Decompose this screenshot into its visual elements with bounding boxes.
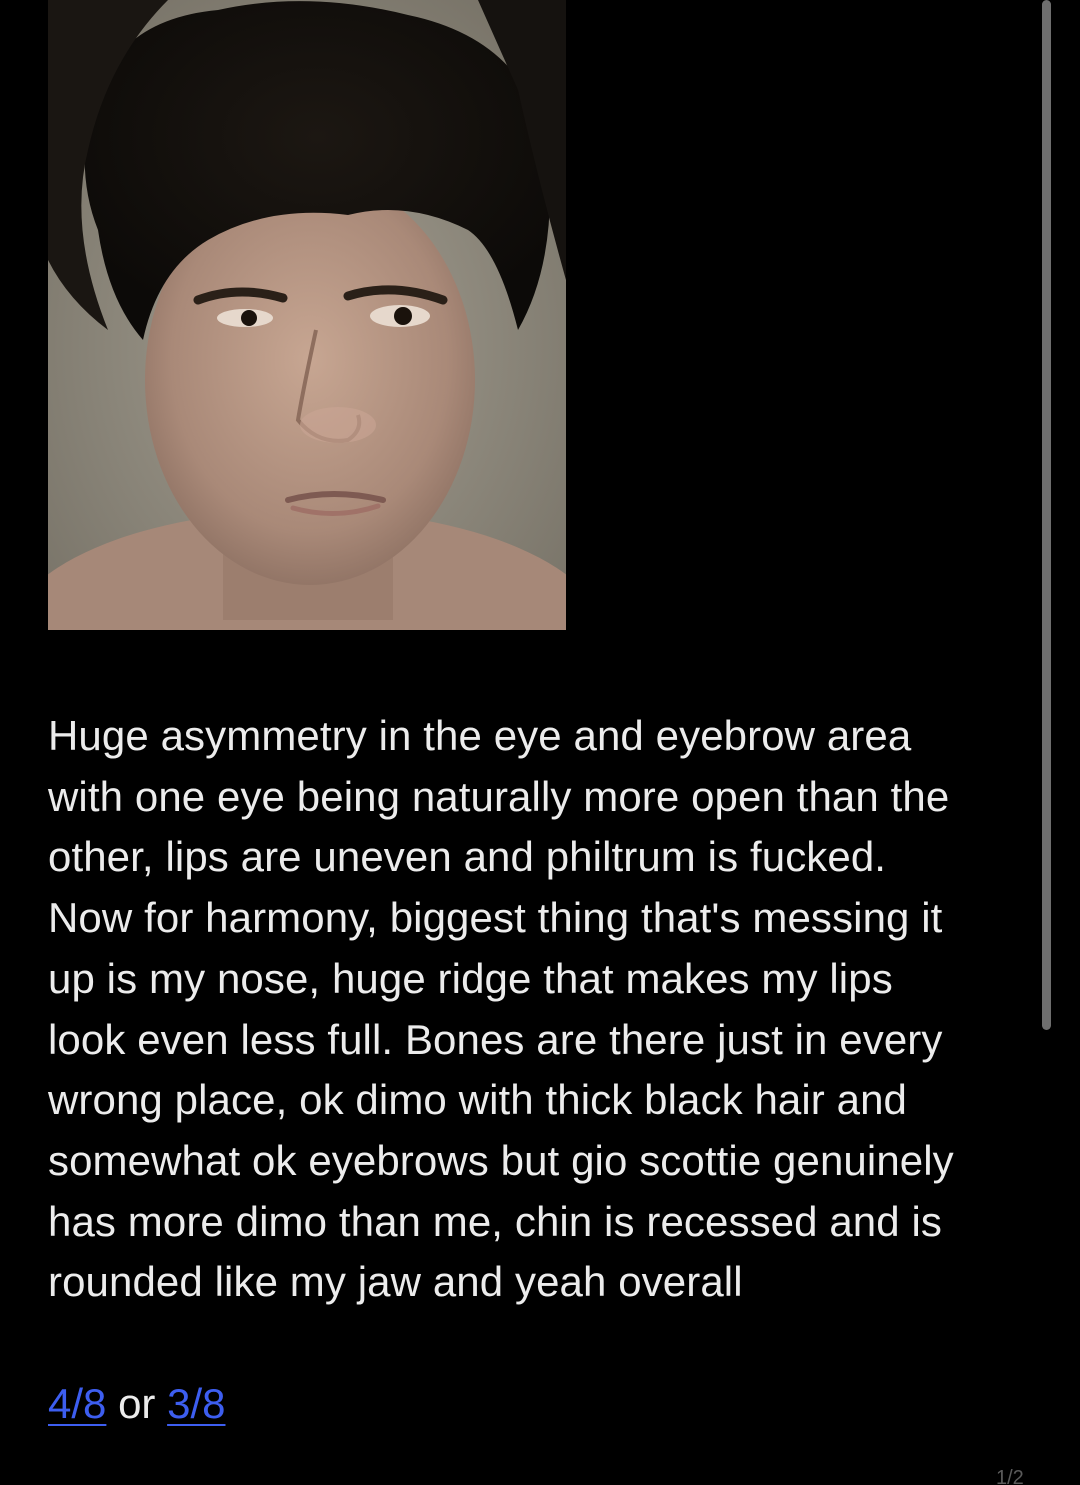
body-line: look even less full. Bones are there jus… (48, 1015, 943, 1063)
body-line: up is my nose, huge ridge that makes my … (48, 954, 893, 1002)
body-line: with one eye being naturally more open t… (48, 772, 950, 820)
page-indicator: 1/2 (996, 1467, 1024, 1485)
scrollbar[interactable] (1042, 0, 1051, 1030)
body-line: Huge asymmetry in the eye and eyebrow ar… (48, 712, 912, 759)
post-body-text: Huge asymmetry in the eye and eyebrow ar… (48, 706, 1038, 1313)
body-line: has more dimo than me, chin is recessed … (48, 1197, 943, 1245)
rating-link-first[interactable]: 4/8 (48, 1380, 106, 1427)
body-line: rounded like my jaw and yeah overall (48, 1258, 743, 1306)
rating-line: 4/8 or 3/8 (48, 1374, 225, 1434)
body-line: somewhat ok eyebrows but gio scottie gen… (48, 1136, 954, 1184)
rating-link-second[interactable]: 3/8 (167, 1380, 225, 1427)
post-photo[interactable] (48, 0, 566, 630)
rating-separator: or (118, 1380, 156, 1427)
body-line: wrong place, ok dimo with thick black ha… (48, 1076, 908, 1124)
body-line: Now for harmony, biggest thing that's me… (48, 894, 943, 942)
selfie-image (48, 0, 566, 630)
body-line: other, lips are uneven and philtrum is f… (48, 833, 887, 881)
